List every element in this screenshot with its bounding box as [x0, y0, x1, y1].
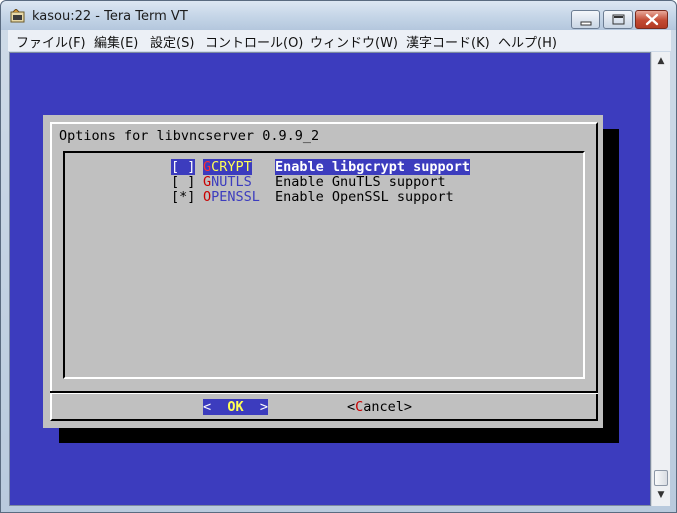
scroll-thumb[interactable] — [654, 470, 668, 486]
minimize-icon — [580, 21, 592, 26]
option-description: Enable libgcrypt support — [275, 159, 471, 175]
option-description: Enable GnuTLS support — [275, 174, 446, 190]
option-tag: GNUTLS — [203, 174, 252, 190]
scroll-up-arrow-icon[interactable]: ▲ — [652, 53, 670, 70]
menu-edit[interactable]: 編集(E) — [94, 32, 138, 51]
close-icon — [645, 13, 659, 26]
maximize-icon — [612, 14, 625, 25]
dialog-title: Options for libvncserver 0.9.9_2 — [59, 128, 320, 144]
option-checkbox[interactable]: [*] — [171, 189, 195, 205]
option-hotkey: G — [203, 159, 212, 175]
option-tag-rest: PENSSL — [211, 189, 260, 205]
ok-button-right: > — [243, 399, 269, 415]
option-tag-rest: NUTLS — [211, 174, 252, 190]
menu-bar: ファイル(F) 編集(E) 設定(S) コントロール(O) ウィンドウ(W) 漢… — [8, 30, 671, 51]
cancel-button-rest: ancel> — [363, 399, 413, 415]
ok-button[interactable]: < OK > — [203, 399, 269, 415]
window-title: kasou:22 - Tera Term VT — [32, 9, 188, 24]
option-description: Enable OpenSSL support — [275, 189, 454, 205]
option-checkbox[interactable]: [ ] — [171, 159, 196, 175]
ok-button-left: < — [203, 399, 228, 415]
option-tag: OPENSSL — [203, 189, 260, 205]
menu-help[interactable]: ヘルプ(H) — [498, 32, 557, 51]
option-hotkey: O — [203, 189, 212, 205]
ok-button-label: OK — [227, 399, 244, 415]
teraterm-window: kasou:22 - Tera Term VT ファイル(F) 編集(E) 設定… — [0, 0, 677, 513]
option-hotkey: G — [203, 174, 212, 190]
minimize-button[interactable] — [571, 10, 600, 29]
vertical-scrollbar[interactable]: ▲ ▼ — [651, 52, 670, 506]
teraterm-app-icon[interactable] — [10, 9, 26, 24]
scroll-down-arrow-icon[interactable]: ▼ — [652, 487, 670, 504]
cancel-button-left: < — [347, 399, 356, 415]
option-checkbox[interactable]: [ ] — [171, 174, 195, 190]
menu-kanji[interactable]: 漢字コード(K) — [406, 32, 490, 51]
dialog-separator-highlight — [50, 393, 598, 394]
menu-file[interactable]: ファイル(F) — [16, 32, 86, 51]
close-button[interactable] — [635, 10, 668, 29]
menu-window[interactable]: ウィンドウ(W) — [310, 32, 398, 51]
option-tag: GCRYPT — [203, 159, 252, 175]
maximize-button[interactable] — [603, 10, 633, 29]
menu-setup[interactable]: 設定(S) — [150, 32, 194, 51]
title-bar[interactable]: kasou:22 - Tera Term VT — [1, 1, 676, 30]
option-tag-rest: CRYPT — [211, 159, 252, 175]
menu-control[interactable]: コントロール(O) — [205, 32, 303, 51]
cancel-button[interactable]: <Cancel> — [347, 399, 412, 415]
